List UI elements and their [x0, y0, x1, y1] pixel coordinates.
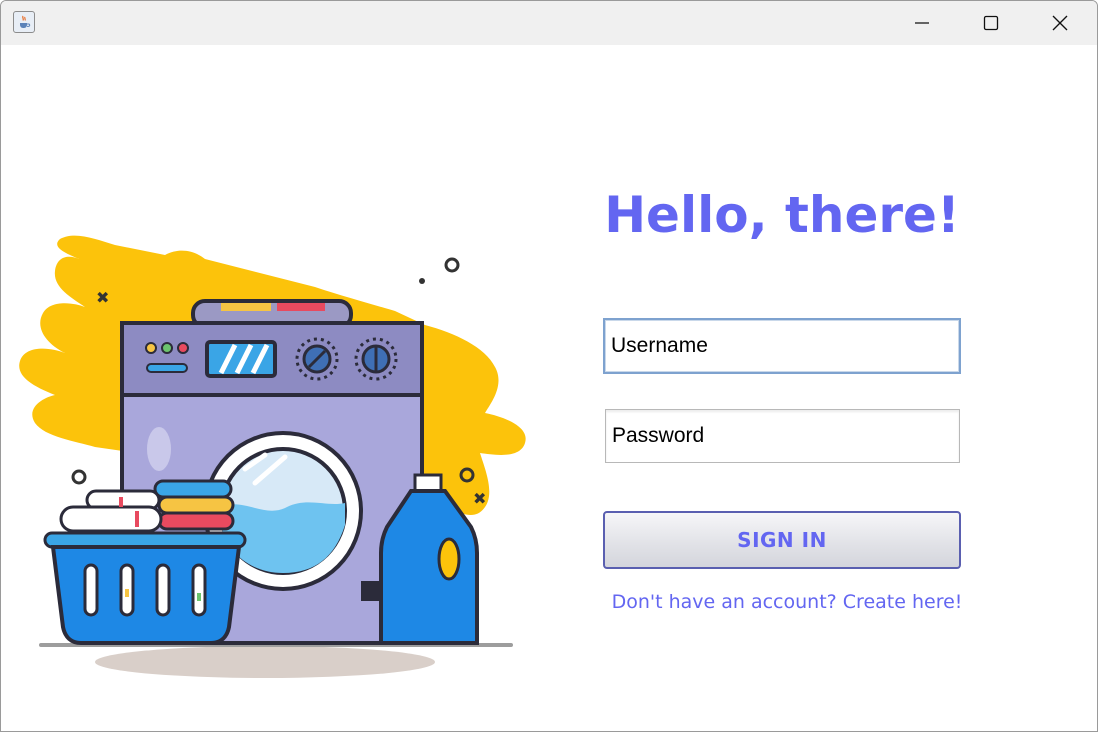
speck: [419, 278, 425, 284]
minimize-button[interactable]: [887, 1, 957, 45]
laundry-basket: [43, 479, 247, 645]
washing-machine-illustration: ✖ ✖: [19, 235, 526, 678]
password-field[interactable]: [605, 409, 960, 463]
maximize-icon: [983, 15, 999, 31]
speck: ✖: [473, 489, 486, 508]
minimize-icon: [915, 22, 929, 24]
sign-in-button[interactable]: SIGN IN: [603, 511, 961, 569]
java-cup-icon[interactable]: [13, 11, 35, 33]
create-account-link[interactable]: Don't have an account? Create here!: [603, 589, 971, 615]
login-panel: ✖ ✖ Hello, there! Username Password SIGN…: [1, 45, 1097, 731]
title-bar[interactable]: [1, 1, 1097, 45]
close-icon: [1052, 15, 1068, 31]
speck: ✖: [96, 288, 109, 307]
speck: [444, 257, 460, 273]
app-window: ✖ ✖ Hello, there! Username Password SIGN…: [0, 0, 1098, 732]
maximize-button[interactable]: [956, 1, 1026, 45]
username-field[interactable]: [603, 318, 961, 374]
page-title: Hello, there!: [604, 186, 960, 244]
ground-shadow: [95, 646, 435, 678]
speck: [71, 469, 87, 485]
close-button[interactable]: [1025, 1, 1095, 45]
